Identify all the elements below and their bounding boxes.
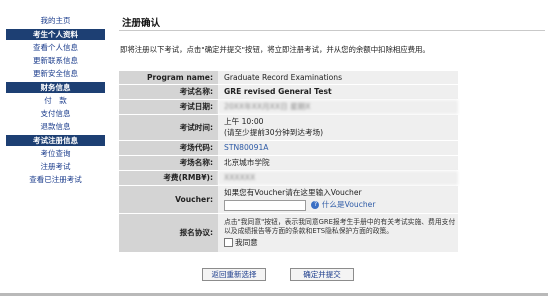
- row-center-name: 考场名称: 北京城市学院: [119, 155, 458, 171]
- sidebar-link-update-contact[interactable]: 更新联系信息: [0, 54, 111, 67]
- row-exam-date: 考试日期: 20XX年XX月XX日 星期X: [119, 99, 458, 115]
- title-divider: [119, 30, 545, 31]
- sidebar-link-view-registered[interactable]: 查看已注册考试: [0, 173, 111, 186]
- row-program: Program name: Graduate Record Examinatio…: [119, 71, 458, 85]
- exam-time-label: 考试时间:: [119, 114, 218, 141]
- voucher-input[interactable]: [224, 199, 306, 211]
- exam-time-note: (请至少提前30分钟到达考场): [224, 128, 324, 137]
- exam-date-value: 20XX年XX月XX日 星期X: [218, 99, 458, 115]
- agreement-cell: 点击"我同意"按钮，表示我同意GRE报考生手册中的有关考试实施、费用支付以及成绩…: [218, 213, 458, 253]
- sidebar-link-home[interactable]: 我的主页: [0, 14, 111, 27]
- help-icon[interactable]: ?: [311, 201, 320, 210]
- fee-value: XXXXXX: [218, 170, 458, 186]
- sidebar-link-refund-info[interactable]: 退款信息: [0, 120, 111, 133]
- intro-text: 即将注册以下考试，点击"确定并提交"按钮，将立即注册考试，并从您的余额中扣除相应…: [120, 45, 430, 54]
- sidebar-section-registration: 考试注册信息: [6, 135, 105, 146]
- row-agreement: 报名协议: 点击"我同意"按钮，表示我同意GRE报考生手册中的有关考试实施、费用…: [119, 213, 458, 253]
- sidebar-link-payment[interactable]: 付 款: [0, 94, 111, 107]
- exam-name-label: 考试名称:: [119, 84, 218, 100]
- page-title: 注册确认: [122, 18, 161, 29]
- agreement-label: 报名协议:: [119, 213, 218, 253]
- program-value: Graduate Record Examinations: [218, 71, 458, 85]
- row-exam-name: 考试名称: GRE revised General Test: [119, 84, 458, 100]
- sidebar-section-profile: 考生个人资料: [6, 29, 105, 40]
- exam-date-label: 考试日期:: [119, 99, 218, 115]
- center-code-label: 考场代码:: [119, 140, 218, 156]
- sidebar-link-update-security[interactable]: 更新安全信息: [0, 67, 111, 80]
- voucher-help-link[interactable]: 什么是Voucher: [322, 200, 376, 209]
- exam-time-main: 上午 10:00: [224, 117, 264, 126]
- agree-checkbox[interactable]: [224, 238, 233, 247]
- fee-label: 考费(RMB¥):: [119, 170, 218, 186]
- sidebar: 我的主页 考生个人资料 查看个人信息 更新联系信息 更新安全信息 财务信息 付 …: [0, 0, 111, 296]
- voucher-label: Voucher:: [119, 185, 218, 214]
- exam-time-value: 上午 10:00 (请至少提前30分钟到达考场): [218, 114, 458, 141]
- row-exam-time: 考试时间: 上午 10:00 (请至少提前30分钟到达考场): [119, 114, 458, 141]
- center-code-value: STN80091A: [218, 140, 458, 156]
- exam-name-value: GRE revised General Test: [218, 84, 458, 100]
- submit-button[interactable]: 确定并提交: [290, 268, 354, 281]
- program-label: Program name:: [119, 71, 218, 85]
- sidebar-link-view-profile[interactable]: 查看个人信息: [0, 41, 111, 54]
- row-voucher: Voucher: 如果您有Voucher请在这里输入Voucher ? 什么是V…: [119, 185, 458, 214]
- center-name-label: 考场名称:: [119, 155, 218, 171]
- center-name-value: 北京城市学院: [218, 155, 458, 171]
- back-button[interactable]: 返回重新选择: [202, 268, 266, 281]
- agreement-text: 点击"我同意"按钮，表示我同意GRE报考生手册中的有关考试实施、费用支付以及成绩…: [224, 217, 456, 235]
- voucher-hint: 如果您有Voucher请在这里输入Voucher: [224, 188, 362, 198]
- sidebar-link-register-exam[interactable]: 注册考试: [0, 160, 111, 173]
- sidebar-link-payment-info[interactable]: 支付信息: [0, 107, 111, 120]
- agree-checkbox-label[interactable]: 我同意: [235, 238, 258, 247]
- sidebar-link-seat-search[interactable]: 考位查询: [0, 147, 111, 160]
- main-content: 注册确认 即将注册以下考试，点击"确定并提交"按钮，将立即注册考试，并从您的余额…: [113, 0, 548, 296]
- row-center-code: 考场代码: STN80091A: [119, 140, 458, 156]
- sidebar-section-finance: 财务信息: [6, 82, 105, 93]
- registration-details-table: Program name: Graduate Record Examinatio…: [119, 71, 458, 253]
- voucher-cell: 如果您有Voucher请在这里输入Voucher ? 什么是Voucher: [218, 185, 458, 214]
- row-fee: 考费(RMB¥): XXXXXX: [119, 170, 458, 186]
